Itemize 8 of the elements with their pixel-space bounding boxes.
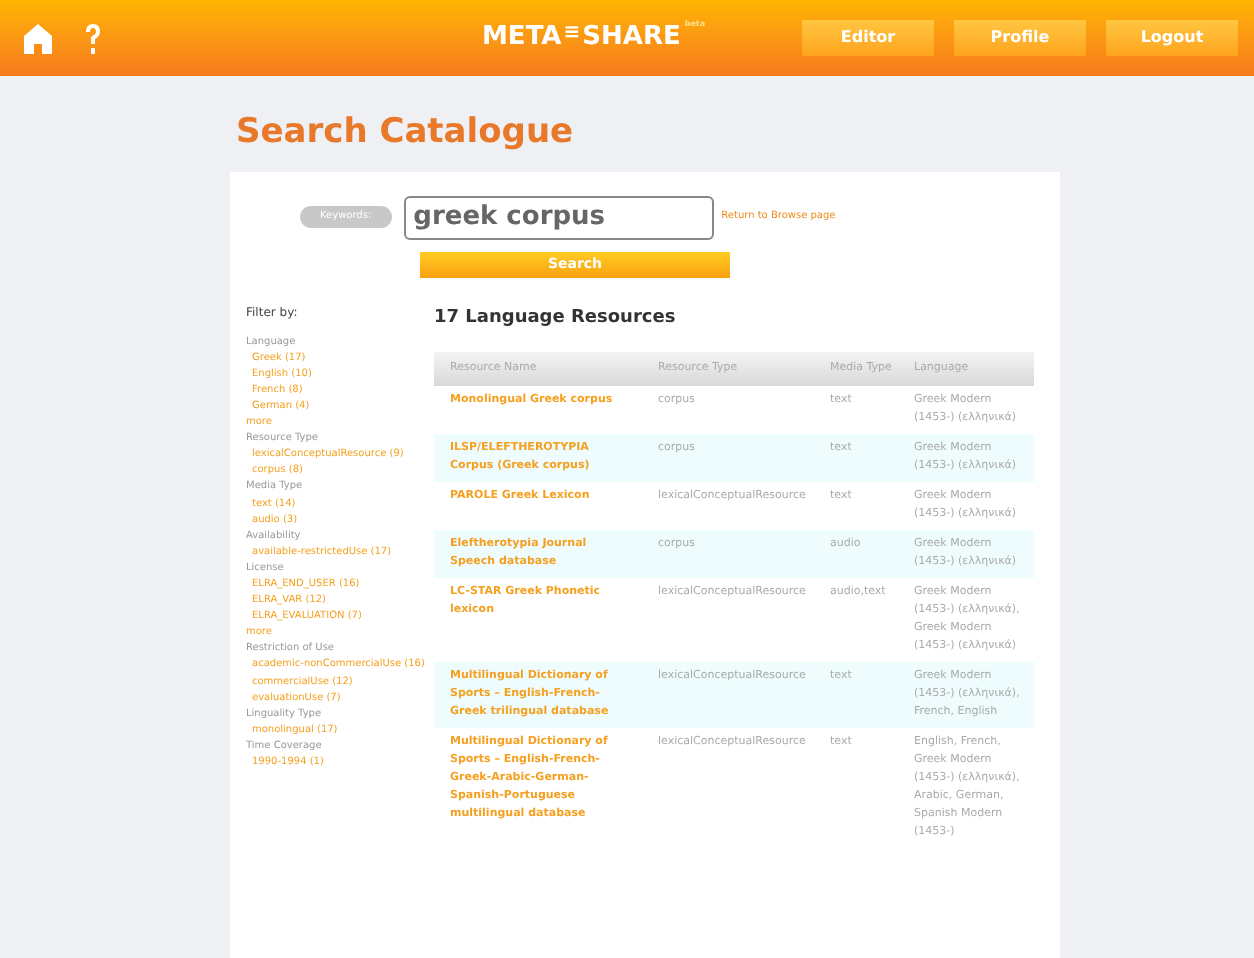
home-icon[interactable] xyxy=(24,23,52,53)
results-title: 17 Language Resources xyxy=(434,305,678,331)
page-title: Search Catalogue xyxy=(236,112,574,152)
nav-button[interactable]: Logout xyxy=(1106,20,1238,56)
help-icon[interactable] xyxy=(84,23,102,53)
search-field[interactable]: greek corpus xyxy=(403,195,714,239)
nav-button[interactable]: Profile xyxy=(954,20,1086,56)
nav-button[interactable]: Editor xyxy=(802,20,934,56)
